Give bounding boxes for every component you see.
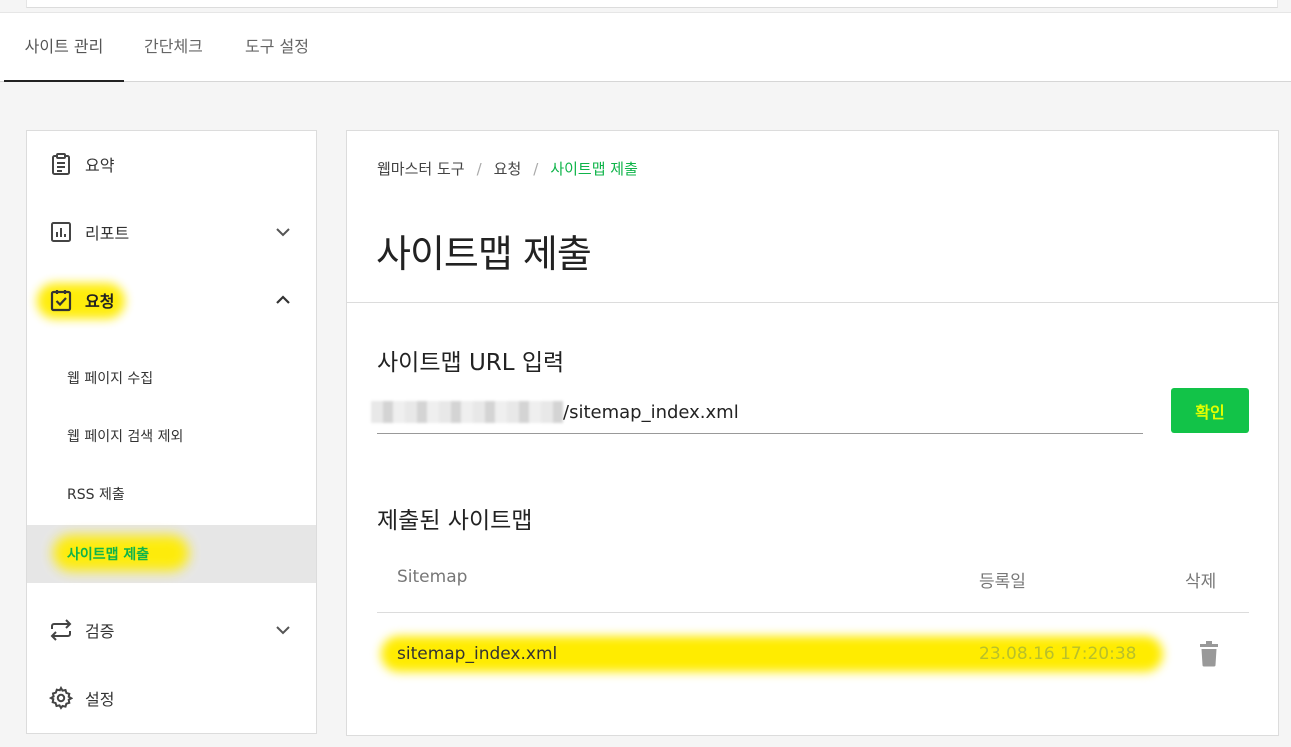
sub-item-label: 웹 페이지 검색 제외 [67, 429, 184, 445]
submitted-section-title: 제출된 사이트맵 [377, 508, 533, 534]
sidebar-item-summary[interactable]: 요약 [27, 136, 316, 192]
sub-item-page-exclude[interactable]: 웹 페이지 검색 제외 [27, 407, 316, 465]
top-tab-bar: 사이트 관리 간단체크 도구 설정 [0, 12, 1291, 82]
sidebar-item-label: 리포트 [85, 224, 130, 243]
top-strip [26, 0, 1278, 8]
gear-icon [48, 685, 74, 710]
sidebar-item-verify[interactable]: 검증 [27, 602, 316, 658]
sidebar-item-label: 요약 [85, 156, 115, 175]
bar-chart-icon [49, 220, 73, 244]
table-header-divider [377, 612, 1249, 613]
checkbox-clipboard-icon [49, 288, 73, 312]
breadcrumb: 웹마스터 도구 / 요청 / 사이트맵 제출 [377, 158, 638, 179]
chevron-up-icon[interactable] [274, 291, 292, 309]
chevron-down-icon[interactable] [274, 621, 292, 639]
tab-tool-settings[interactable]: 도구 설정 [245, 13, 309, 82]
registered-date-cell: 23.08.16 17:20:38 [979, 644, 1137, 664]
trash-icon[interactable] [1199, 641, 1219, 667]
main-panel: 웹마스터 도구 / 요청 / 사이트맵 제출 사이트맵 제출 사이트맵 URL 입력 확… [346, 130, 1279, 736]
url-section-title: 사이트맵 URL 입력 [377, 350, 565, 376]
sidebar-item-label: 검증 [85, 622, 115, 641]
column-header-date: 등록일 [979, 572, 1026, 592]
confirm-button[interactable]: 확인 [1171, 388, 1249, 433]
blurred-domain [371, 401, 563, 423]
sidebar-item-label: 요청 [85, 292, 115, 311]
sub-item-sitemap-submit[interactable]: 사이트맵 제출 [27, 525, 316, 583]
tab-quick-check[interactable]: 간단체크 [144, 13, 203, 82]
sub-item-rss-submit[interactable]: RSS 제출 [27, 465, 316, 523]
column-header-sitemap: Sitemap [397, 567, 468, 587]
sidebar-item-report[interactable]: 리포트 [27, 204, 316, 260]
sitemap-name-cell[interactable]: sitemap_index.xml [397, 644, 557, 664]
divider [347, 302, 1278, 303]
breadcrumb-item-webmaster-tools[interactable]: 웹마스터 도구 [377, 160, 465, 178]
tab-site-management[interactable]: 사이트 관리 [4, 13, 124, 82]
breadcrumb-separator: / [533, 160, 539, 178]
breadcrumb-item-current: 사이트맵 제출 [550, 160, 638, 178]
page-title: 사이트맵 제출 [376, 232, 592, 276]
sidebar-item-settings[interactable]: 설정 [27, 670, 316, 726]
sidebar: 요약 리포트 요청 웹 페이지 수집 웹 페이지 검색 제외 RSS 제출 사이… [26, 130, 317, 734]
sidebar-item-request[interactable]: 요청 [27, 272, 316, 328]
sitemap-url-field [371, 393, 1143, 434]
column-header-delete: 삭제 [1185, 572, 1217, 592]
breadcrumb-item-request[interactable]: 요청 [494, 160, 522, 178]
swap-arrows-icon [49, 618, 73, 642]
sidebar-item-label: 설정 [85, 690, 115, 709]
sub-item-label: 사이트맵 제출 [67, 547, 150, 563]
sub-item-label: RSS 제출 [67, 487, 125, 503]
chevron-down-icon[interactable] [274, 223, 292, 241]
sub-item-page-crawl[interactable]: 웹 페이지 수집 [27, 349, 316, 407]
clipboard-icon [49, 152, 73, 176]
breadcrumb-separator: / [476, 160, 482, 178]
sitemap-url-input[interactable] [563, 397, 1123, 427]
sub-item-label: 웹 페이지 수집 [67, 371, 154, 387]
